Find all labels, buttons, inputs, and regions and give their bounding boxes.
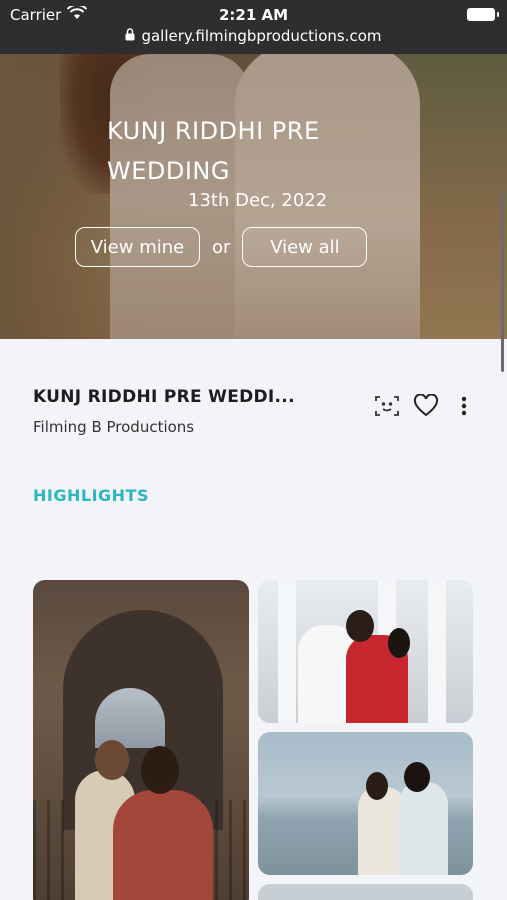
view-mine-button[interactable]: View mine [75, 227, 200, 267]
gallery-photo[interactable] [258, 732, 473, 875]
view-all-button[interactable]: View all [242, 227, 368, 267]
hero-actions: View mine or View all [75, 227, 368, 267]
hero-banner: KUNJ RIDDHI PRE WEDDING 13th Dec, 2022 V… [0, 54, 507, 339]
hero-date: 13th Dec, 2022 [188, 190, 328, 211]
address-bar[interactable]: gallery.filmingbproductions.com [0, 27, 507, 45]
scrollbar[interactable] [501, 192, 504, 372]
gallery-title: KUNJ RIDDHI PRE WEDDI... [33, 387, 295, 407]
heart-icon[interactable] [413, 393, 439, 419]
clock: 2:21 AM [218, 6, 289, 24]
studio-name: Filming B Productions [33, 418, 195, 436]
hero-title: KUNJ RIDDHI PRE WEDDING [107, 117, 320, 185]
gallery-photo[interactable] [33, 580, 249, 900]
more-vertical-icon[interactable] [451, 393, 477, 419]
lock-icon [125, 27, 135, 45]
section-heading-highlights[interactable]: HIGHLIGHTS [33, 486, 149, 505]
gallery-photo[interactable] [258, 580, 473, 723]
status-bar: Carrier 2:21 AM gallery.filmingbproducti… [0, 0, 507, 54]
gallery-photo[interactable] [258, 884, 473, 900]
or-label: or [212, 236, 231, 258]
battery-icon [467, 8, 499, 21]
url-text: gallery.filmingbproductions.com [141, 27, 382, 45]
face-scan-icon[interactable] [374, 393, 400, 419]
